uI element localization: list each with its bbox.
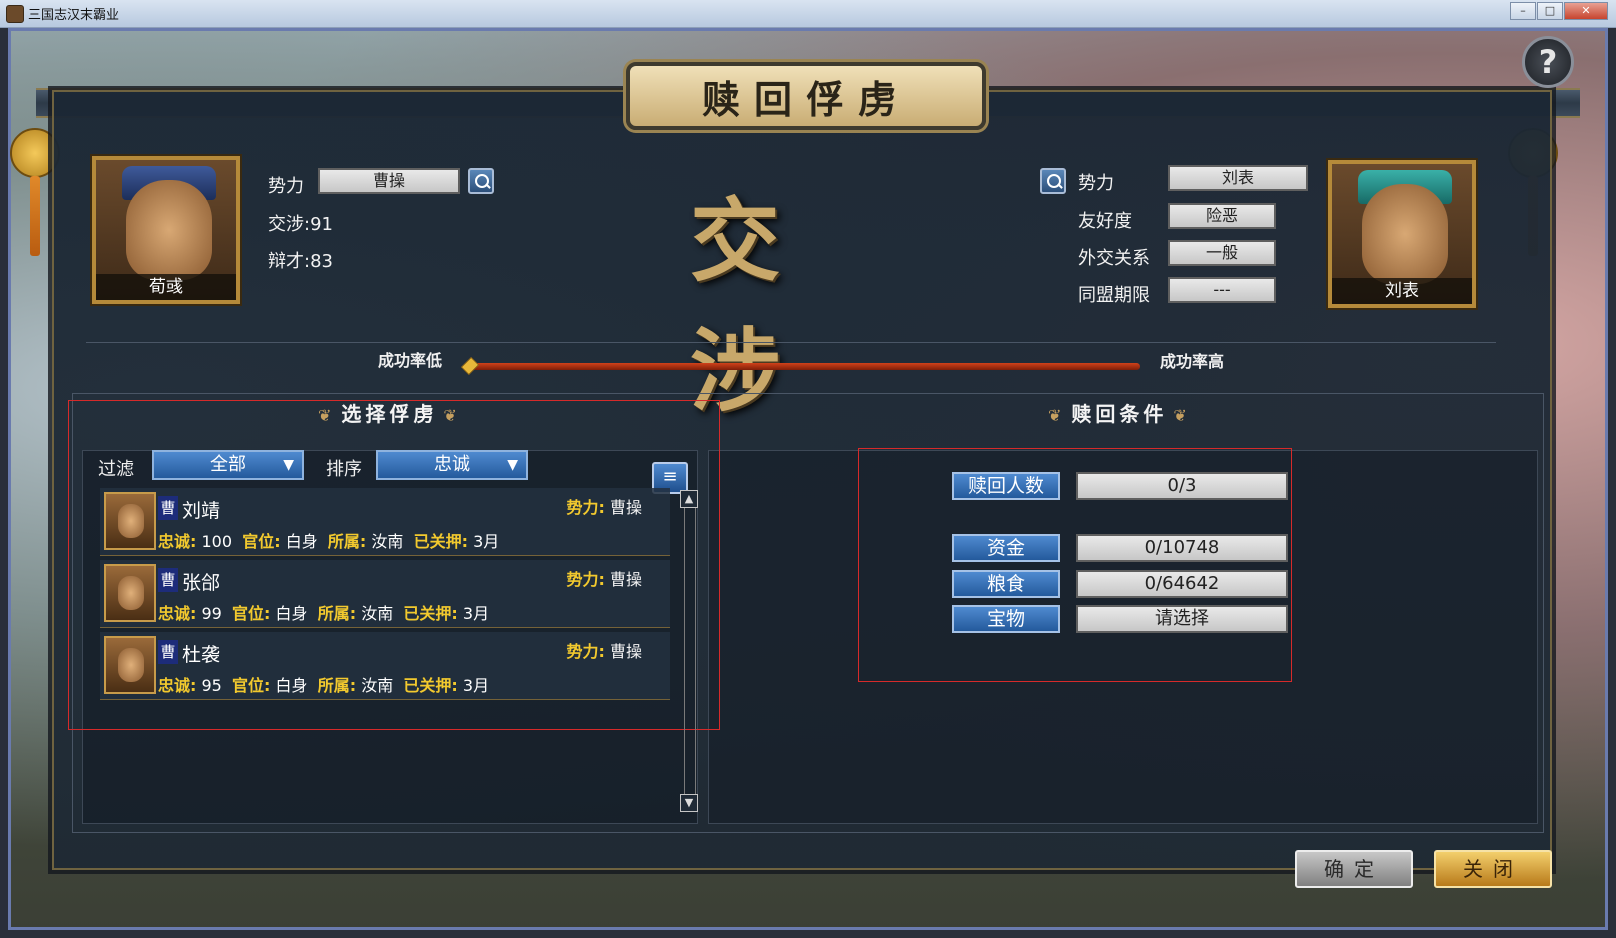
right-officer-name: 刘表 (1332, 278, 1472, 304)
captive-stats: 忠诚: 95 官位: 白身 所属: 汝南 已关押: 3月 (158, 676, 490, 695)
captive-portrait (104, 636, 156, 694)
captive-name: 刘靖 (182, 500, 221, 522)
right-officer-portrait: 刘表 (1328, 160, 1476, 308)
dialog-title: 赎回俘虏 (701, 76, 910, 122)
left-officer-name: 荀彧 (96, 274, 236, 300)
scroll-up-icon[interactable]: ▲ (680, 490, 698, 508)
left-officer-portrait: 荀彧 (92, 156, 240, 304)
captive-stats: 忠诚: 99 官位: 白身 所属: 汝南 已关押: 3月 (158, 604, 490, 623)
captive-row[interactable]: 曹 刘靖 势力: 曹操 忠诚: 100 官位: 白身 所属: 汝南 已关押: 3… (100, 488, 670, 556)
success-rate-high-label: 成功率高 (1160, 352, 1225, 371)
chevron-down-icon: ▼ (507, 457, 518, 473)
success-rate-bar (468, 363, 1140, 370)
eloquence-stat: 辩才:83 (268, 251, 333, 272)
sort-value: 忠诚 (434, 454, 470, 475)
sort-dropdown[interactable]: 忠诚 ▼ (376, 450, 528, 480)
diplomacy-field: 一般 (1168, 240, 1276, 266)
captive-stats: 忠诚: 100 官位: 白身 所属: 汝南 已关押: 3月 (158, 532, 500, 551)
search-icon[interactable] (1040, 168, 1066, 194)
captive-list-scrollbar[interactable] (684, 504, 696, 810)
captive-name: 杜袭 (182, 644, 221, 666)
filter-dropdown[interactable]: 全部 ▼ (152, 450, 304, 480)
redeem-count-button[interactable]: 赎回人数 (952, 472, 1060, 500)
captive-name: 张郃 (182, 572, 221, 594)
friendship-label: 友好度 (1078, 211, 1132, 232)
window-titlebar: 三国志汉末霸业 – □ ✕ (0, 0, 1616, 28)
captive-row[interactable]: 曹 张郃 势力: 曹操 忠诚: 99 官位: 白身 所属: 汝南 已关押: 3月 (100, 560, 670, 628)
success-rate-low-label: 成功率低 (378, 351, 443, 370)
captive-force: 势力: 曹操 (566, 642, 642, 661)
filter-label: 过滤 (98, 459, 134, 480)
close-button[interactable]: 关闭 (1434, 850, 1552, 888)
minimize-button[interactable]: – (1510, 2, 1536, 20)
treasure-value[interactable]: 请选择 (1076, 605, 1288, 633)
window-title: 三国志汉末霸业 (28, 8, 120, 23)
friendship-field: 险恶 (1168, 203, 1276, 229)
search-icon[interactable] (468, 168, 494, 194)
redeem-conditions-title: 赎回条件 (1042, 398, 1197, 427)
captive-force: 势力: 曹操 (566, 498, 642, 517)
officer-face-shape (1362, 184, 1448, 284)
divider (86, 342, 1496, 343)
gold-button[interactable]: 资金 (952, 534, 1060, 562)
redeem-count-value: 0/3 (1076, 472, 1288, 500)
scroll-down-icon[interactable]: ▼ (680, 794, 698, 812)
chevron-down-icon: ▼ (283, 457, 294, 473)
food-value: 0/64642 (1076, 570, 1288, 598)
app-icon (6, 4, 24, 23)
close-window-button[interactable]: ✕ (1564, 2, 1608, 20)
filter-value: 全部 (210, 454, 246, 475)
sort-label: 排序 (326, 459, 362, 480)
dialog-title-plaque: 赎回俘虏 (626, 62, 986, 130)
left-tassel-ornament (30, 176, 40, 256)
negotiation-stat: 交涉:91 (268, 214, 333, 235)
negotiation-title: 交涉 (690, 188, 802, 424)
right-force-field: 刘表 (1168, 165, 1308, 191)
officer-face-shape (126, 180, 212, 280)
treasure-button[interactable]: 宝物 (952, 605, 1060, 633)
captive-force: 势力: 曹操 (566, 570, 642, 589)
captive-portrait (104, 564, 156, 622)
food-button[interactable]: 粮食 (952, 570, 1060, 598)
gold-value: 0/10748 (1076, 534, 1288, 562)
left-force-field: 曹操 (318, 168, 460, 194)
alliance-field: --- (1168, 277, 1276, 303)
faction-tag: 曹 (158, 640, 178, 664)
help-button[interactable]: ? (1522, 36, 1574, 88)
diplomacy-label: 外交关系 (1078, 248, 1150, 269)
captive-portrait (104, 492, 156, 550)
window-controls: – □ ✕ (1509, 2, 1608, 20)
faction-tag: 曹 (158, 568, 178, 592)
alliance-label: 同盟期限 (1078, 285, 1150, 306)
maximize-button[interactable]: □ (1537, 2, 1563, 20)
captive-row[interactable]: 曹 杜袭 势力: 曹操 忠诚: 95 官位: 白身 所属: 汝南 已关押: 3月 (100, 632, 670, 700)
faction-tag: 曹 (158, 496, 178, 520)
right-force-label: 势力 (1078, 173, 1114, 194)
left-force-label: 势力 (268, 176, 304, 197)
confirm-button[interactable]: 确定 (1295, 850, 1413, 888)
